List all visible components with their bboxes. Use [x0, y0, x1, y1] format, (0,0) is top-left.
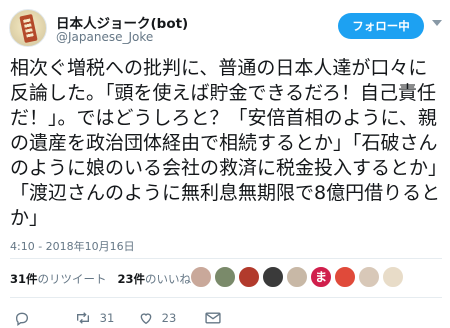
liker-avatar-letter: ま [314, 270, 327, 284]
retweet-count: 31 [99, 311, 115, 325]
dm-button[interactable] [204, 310, 222, 326]
divider [10, 258, 442, 259]
display-name[interactable]: 日本人ジョーク(bot) [56, 12, 188, 32]
tweet-actions: 31 23 [0, 300, 450, 328]
like-button[interactable]: 23 [138, 310, 176, 326]
avatar-sign-graphic [19, 13, 38, 44]
retweet-stat-label: のリツイート [37, 272, 107, 286]
liker-avatar[interactable] [190, 266, 212, 288]
reply-button[interactable] [14, 310, 34, 326]
chevron-down-icon[interactable] [432, 20, 442, 26]
liker-avatar[interactable] [286, 266, 308, 288]
divider [10, 297, 442, 298]
retweet-stat[interactable]: 31件のリツイート [10, 272, 107, 286]
like-icon [140, 313, 152, 325]
liker-avatar[interactable]: ま [310, 266, 332, 288]
liker-avatar[interactable] [238, 266, 260, 288]
reply-icon [15, 312, 29, 326]
account-avatar[interactable] [9, 9, 47, 47]
follow-button[interactable]: フォロー中 [338, 13, 424, 39]
liker-avatar[interactable] [382, 266, 404, 288]
engagement-stats: 31件のリツイート 23件のいいね [10, 271, 191, 287]
retweet-button[interactable]: 31 [74, 310, 114, 326]
liker-avatar[interactable] [214, 266, 236, 288]
like-stat-label: のいいね [145, 272, 191, 286]
dm-icon [205, 312, 221, 324]
tweet-timestamp[interactable]: 4:10 - 2018年10月16日 [10, 238, 135, 254]
like-stat[interactable]: 23件のいいね [117, 272, 191, 286]
tweet-text: 相次ぐ増税への批判に、普通の日本人達が口々に反論した。「頭を使えば貯金できるだろ… [10, 57, 441, 229]
retweet-stat-count: 31件 [10, 272, 38, 286]
like-count: 23 [161, 311, 177, 325]
account-handle[interactable]: @Japanese_Joke [56, 30, 153, 44]
liker-avatar[interactable] [262, 266, 284, 288]
retweet-icon [77, 312, 89, 324]
tweet-card: 日本人ジョーク(bot) @Japanese_Joke フォロー中 相次ぐ増税へ… [0, 0, 450, 328]
liker-avatar[interactable] [358, 266, 380, 288]
liker-avatar[interactable] [334, 266, 356, 288]
like-stat-count: 23件 [117, 272, 145, 286]
